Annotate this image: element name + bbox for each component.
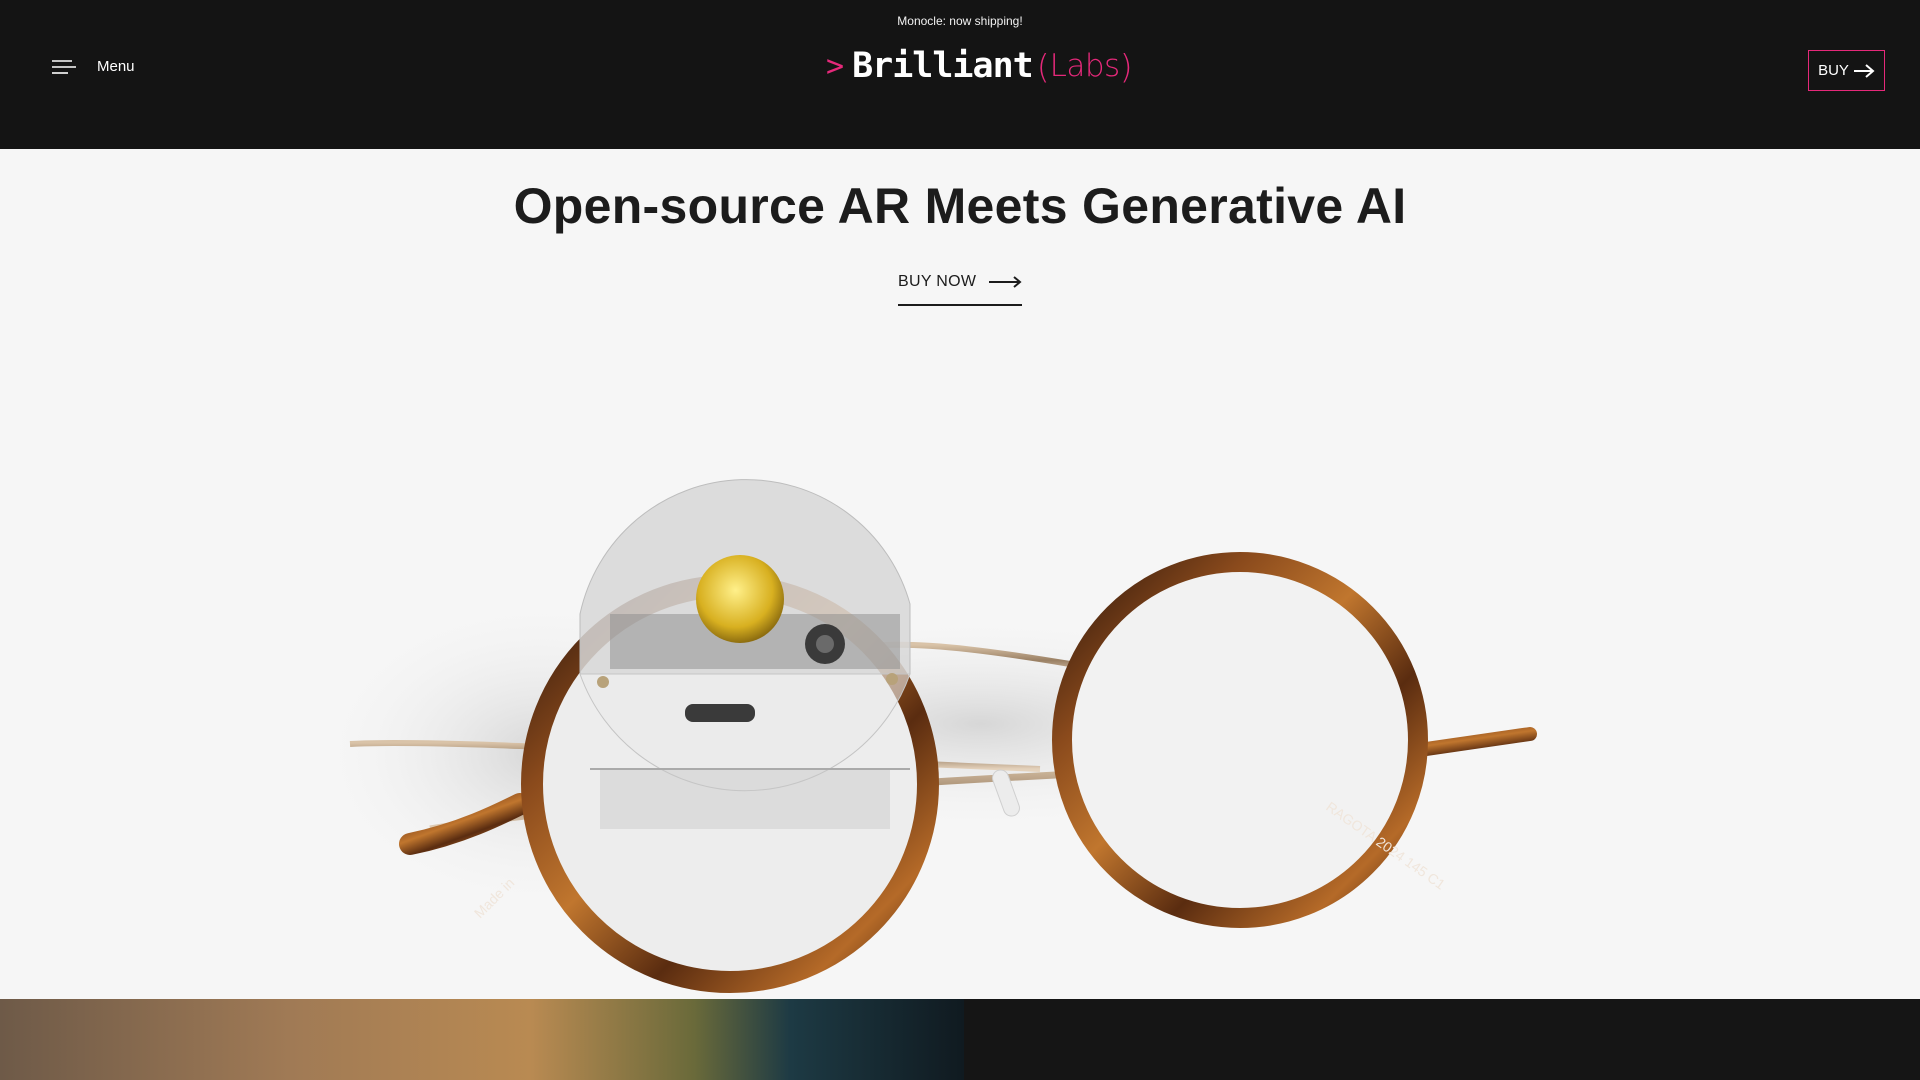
hero-title: Open-source AR Meets Generative AI <box>513 178 1407 234</box>
logo-paren-open: ( <box>1036 46 1050 86</box>
brand-logo[interactable]: > Brilliant ( Labs ) <box>826 46 1133 86</box>
logo-paren-close: ) <box>1119 46 1133 86</box>
logo-wordmark: Brilliant <box>852 46 1034 86</box>
hero-section: Open-source AR Meets Generative AI BUY N… <box>0 149 1920 999</box>
long-arrow-right-icon <box>989 276 1022 288</box>
glasses-product-image: RAGOTA 2024 145 C1 Made in <box>310 479 1537 993</box>
hamburger-icon <box>52 59 76 74</box>
announcement-bar[interactable]: Monocle: now shipping! <box>0 14 1920 28</box>
next-section-image <box>0 999 964 1080</box>
buy-now-label: BUY NOW <box>898 273 977 290</box>
header-buy-button[interactable]: BUY <box>1808 50 1885 91</box>
next-section-preview <box>0 999 1920 1080</box>
logo-labs: Labs <box>1049 48 1121 84</box>
arrow-right-icon <box>1853 63 1875 78</box>
logo-chevron: > <box>826 48 845 84</box>
menu-button[interactable]: Menu <box>52 58 135 75</box>
buy-label: BUY <box>1818 62 1849 79</box>
site-header: Monocle: now shipping! Menu > Brilliant … <box>0 0 1920 149</box>
buy-now-button[interactable]: BUY NOW <box>898 269 1022 306</box>
next-section-dark-panel <box>964 999 1920 1080</box>
menu-label: Menu <box>97 58 135 75</box>
